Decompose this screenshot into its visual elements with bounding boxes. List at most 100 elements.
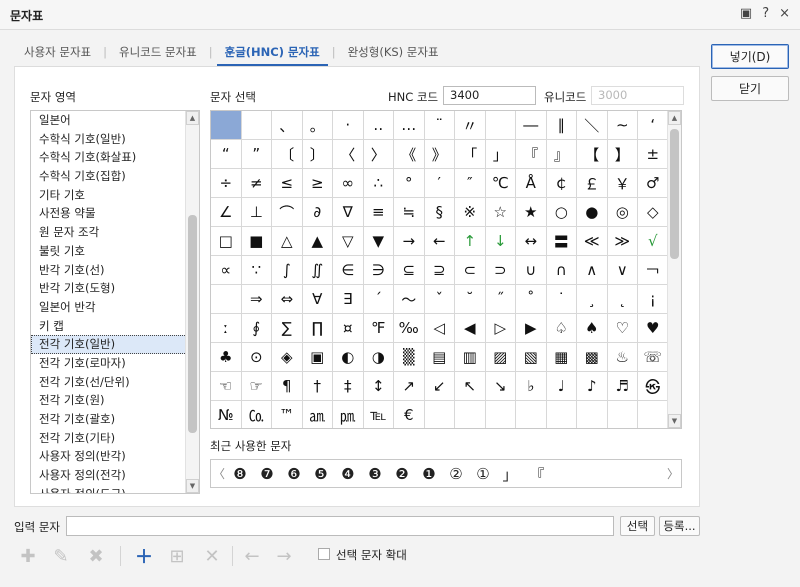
- char-cell[interactable]: ▼: [363, 227, 394, 256]
- char-cell[interactable]: ◇: [638, 198, 669, 227]
- char-cell[interactable]: ±: [638, 140, 669, 169]
- char-cell[interactable]: ★: [516, 198, 547, 227]
- category-item[interactable]: 원 문자 조각: [31, 223, 199, 242]
- expand-checkbox[interactable]: [318, 548, 330, 560]
- char-cell[interactable]: ∠: [211, 198, 242, 227]
- char-cell[interactable]: ·: [333, 111, 364, 140]
- category-item[interactable]: 불릿 기호: [31, 242, 199, 261]
- char-cell[interactable]: ♤: [546, 314, 577, 343]
- category-scrollbar[interactable]: ▲ ▼: [185, 111, 199, 493]
- char-cell[interactable]: ∃: [333, 285, 364, 314]
- char-cell[interactable]: ⊇: [424, 256, 455, 285]
- char-cell[interactable]: [241, 111, 272, 140]
- char-cell[interactable]: 。: [302, 111, 333, 140]
- char-cell[interactable]: ￠: [546, 169, 577, 198]
- char-cell[interactable]: 〉: [363, 140, 394, 169]
- char-cell[interactable]: …: [394, 111, 425, 140]
- close-icon[interactable]: ×: [779, 6, 790, 21]
- char-cell[interactable]: ◈: [272, 343, 303, 372]
- char-cell[interactable]: ­: [485, 111, 516, 140]
- char-cell[interactable]: ∂: [302, 198, 333, 227]
- char-cell[interactable]: ∬: [302, 256, 333, 285]
- category-item[interactable]: 키 캡: [31, 317, 199, 336]
- char-cell[interactable]: ⇔: [272, 285, 303, 314]
- char-cell[interactable]: ▨: [485, 343, 516, 372]
- char-cell[interactable]: ▥: [455, 343, 486, 372]
- char-cell[interactable]: ∼: [607, 111, 638, 140]
- char-cell[interactable]: ◁: [424, 314, 455, 343]
- recent-char[interactable]: 」: [499, 463, 521, 485]
- char-cell[interactable]: ↙: [424, 372, 455, 401]
- char-cell[interactable]: ☜: [211, 372, 242, 401]
- scroll-thumb[interactable]: [670, 129, 679, 259]
- insert-button[interactable]: 넣기(D): [711, 44, 789, 69]
- char-cell[interactable]: ￡: [577, 169, 608, 198]
- char-cell[interactable]: ⊙: [241, 343, 272, 372]
- char-cell[interactable]: ∋: [363, 256, 394, 285]
- recent-prev-icon[interactable]: 〈: [213, 460, 225, 487]
- category-item[interactable]: 사용자 정의(반각): [31, 447, 199, 466]
- char-cell[interactable]: 〈: [333, 140, 364, 169]
- char-cell[interactable]: □: [211, 227, 242, 256]
- character-grid[interactable]: 、。·‥…¨〃­―∥＼∼‘’“”〔〕〈〉《》「」『』【】±×÷≠≤≥∞∴°′″℃…: [210, 110, 682, 429]
- char-cell[interactable]: ¶: [272, 372, 303, 401]
- char-cell[interactable]: 「: [455, 140, 486, 169]
- scroll-thumb[interactable]: [188, 215, 197, 433]
- char-cell[interactable]: ⌒: [272, 198, 303, 227]
- char-cell[interactable]: Å: [516, 169, 547, 198]
- char-cell[interactable]: △: [272, 227, 303, 256]
- char-cell[interactable]: 』: [546, 140, 577, 169]
- recent-char[interactable]: ②: [445, 463, 467, 485]
- char-cell[interactable]: √: [638, 227, 669, 256]
- char-cell[interactable]: °: [394, 169, 425, 198]
- char-cell[interactable]: ▽: [333, 227, 364, 256]
- scroll-down-icon[interactable]: ▼: [668, 414, 681, 428]
- char-cell[interactable]: ∇: [333, 198, 364, 227]
- category-item[interactable]: 전각 기호(원): [31, 391, 199, 410]
- char-cell[interactable]: ♡: [607, 314, 638, 343]
- char-cell[interactable]: ♭: [516, 372, 547, 401]
- char-cell[interactable]: [211, 111, 242, 140]
- char-cell[interactable]: ˚: [516, 285, 547, 314]
- char-cell[interactable]: ‰: [394, 314, 425, 343]
- char-cell[interactable]: ▦: [546, 343, 577, 372]
- recent-next-icon[interactable]: 〉: [667, 460, 679, 487]
- char-cell[interactable]: ∧: [577, 256, 608, 285]
- char-cell[interactable]: ‡: [333, 372, 364, 401]
- char-cell[interactable]: ♨: [607, 343, 638, 372]
- register-button[interactable]: 등록...: [659, 516, 700, 536]
- char-cell[interactable]: ▣: [302, 343, 333, 372]
- select-button[interactable]: 선택: [620, 516, 655, 536]
- char-cell[interactable]: “: [211, 140, 242, 169]
- char-cell[interactable]: ○: [546, 198, 577, 227]
- char-cell[interactable]: ↗: [394, 372, 425, 401]
- char-cell[interactable]: ˇ: [424, 285, 455, 314]
- restore-icon[interactable]: ▣: [740, 6, 752, 21]
- char-cell[interactable]: ■: [241, 227, 272, 256]
- char-cell[interactable]: ↕: [363, 372, 394, 401]
- char-cell[interactable]: ¨: [424, 111, 455, 140]
- char-cell[interactable]: ↖: [455, 372, 486, 401]
- char-cell[interactable]: →: [394, 227, 425, 256]
- close-button[interactable]: 닫기: [711, 76, 789, 101]
- char-cell[interactable]: ∞: [333, 169, 364, 198]
- category-item[interactable]: 수학식 기호(화살표): [31, 148, 199, 167]
- char-cell[interactable]: ↑: [455, 227, 486, 256]
- char-cell[interactable]: ˛: [607, 285, 638, 314]
- char-cell[interactable]: ≪: [577, 227, 608, 256]
- char-cell[interactable]: ●: [577, 198, 608, 227]
- char-cell[interactable]: 〔: [272, 140, 303, 169]
- tab-unicode-chars[interactable]: 유니코드 문자표: [117, 44, 199, 60]
- char-cell[interactable]: [211, 285, 242, 314]
- char-cell[interactable]: ˘: [455, 285, 486, 314]
- char-cell[interactable]: ℉: [363, 314, 394, 343]
- char-cell[interactable]: ∀: [302, 285, 333, 314]
- char-cell[interactable]: ∴: [363, 169, 394, 198]
- char-cell[interactable]: ♠: [577, 314, 608, 343]
- char-cell[interactable]: ￢: [638, 256, 669, 285]
- char-cell[interactable]: ∵: [241, 256, 272, 285]
- char-cell[interactable]: 》: [424, 140, 455, 169]
- char-cell[interactable]: ▩: [577, 343, 608, 372]
- char-cell[interactable]: [425, 401, 455, 428]
- char-cell[interactable]: ♬: [607, 372, 638, 401]
